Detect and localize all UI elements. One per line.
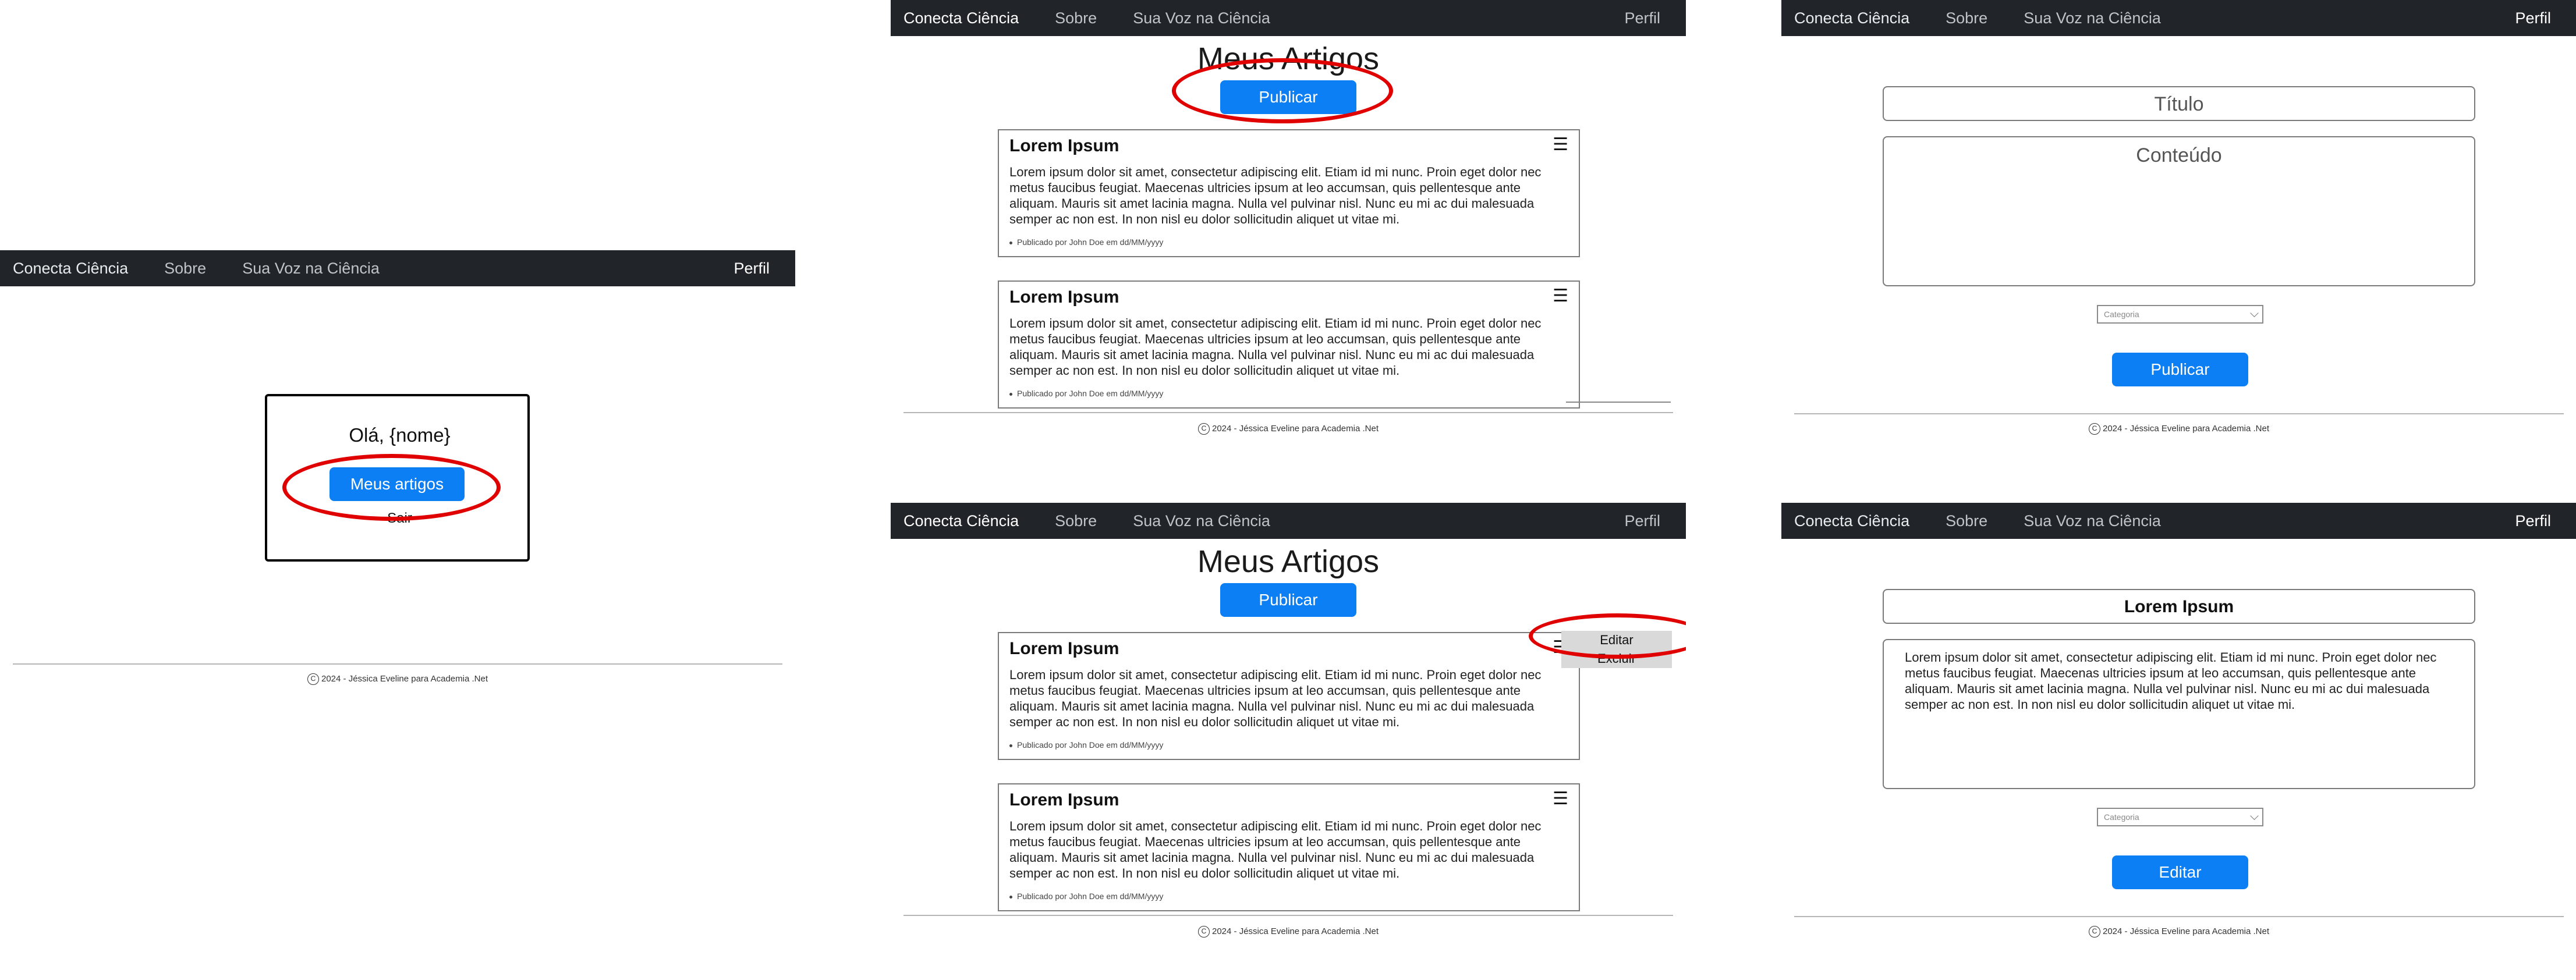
footer-text: 2024 - Jéssica Eveline para Academia .Ne… xyxy=(2103,926,2269,936)
greeting-text: Olá, {nome} xyxy=(349,424,451,446)
navbar: Conecta Ciência Sobre Sua Voz na Ciência… xyxy=(891,503,1686,539)
publish-button[interactable]: Publicar xyxy=(2112,353,2248,386)
footer-text: 2024 - Jéssica Eveline para Academia .Ne… xyxy=(1212,423,1379,434)
nav-link-about[interactable]: Sobre xyxy=(1055,9,1097,27)
nav-brand[interactable]: Conecta Ciência xyxy=(13,260,128,278)
content-placeholder: Conteúdo xyxy=(2136,144,2222,166)
profile-menu-screen: Conecta Ciência Sobre Sua Voz na Ciência… xyxy=(0,250,795,727)
nav-brand[interactable]: Conecta Ciência xyxy=(1794,9,1909,27)
footer: C 2024 - Jéssica Eveline para Academia .N… xyxy=(1781,926,2576,938)
chevron-down-icon: ⌵ xyxy=(2249,307,2259,320)
article-meta-text: Publicado por John Doe em dd/MM/yyyy xyxy=(1017,740,1164,750)
title-placeholder: Título xyxy=(2154,93,2204,115)
nav-link-profile[interactable]: Perfil xyxy=(2515,9,2551,27)
navbar: Conecta Ciência Sobre Sua Voz na Ciência… xyxy=(1781,0,2576,36)
nav-brand[interactable]: Conecta Ciência xyxy=(903,512,1019,530)
title-input[interactable]: Lorem Ipsum xyxy=(1883,589,2475,624)
my-articles-screen: Conecta Ciência Sobre Sua Voz na Ciência… xyxy=(891,0,1686,477)
footer: C 2024 - Jéssica Eveline para Academia .N… xyxy=(0,673,795,685)
nav-brand[interactable]: Conecta Ciência xyxy=(1794,512,1909,530)
article-meta: Publicado por John Doe em dd/MM/yyyy xyxy=(1009,237,1163,247)
article-meta: Publicado por John Doe em dd/MM/yyyy xyxy=(1009,389,1163,398)
copyright-icon: C xyxy=(1198,423,1210,435)
nav-link-profile[interactable]: Perfil xyxy=(2515,512,2551,530)
footer-divider xyxy=(13,663,782,665)
content-value: Lorem ipsum dolor sit amet, consectetur … xyxy=(1905,650,2437,712)
highlight-annotation xyxy=(1172,58,1393,123)
nav-link-about[interactable]: Sobre xyxy=(1055,512,1097,530)
content-textarea[interactable]: Lorem ipsum dolor sit amet, consectetur … xyxy=(1883,639,2475,789)
article-card: Lorem Ipsum ☰ Lorem ipsum dolor sit amet… xyxy=(998,129,1580,257)
article-body: Lorem ipsum dolor sit amet, consectetur … xyxy=(1009,316,1542,378)
publish-button[interactable]: Publicar xyxy=(1220,583,1356,617)
article-card: Lorem Ipsum ☰ Lorem ipsum dolor sit amet… xyxy=(998,783,1580,911)
category-placeholder: Categoria xyxy=(2104,812,2139,822)
divider xyxy=(1566,402,1671,403)
copyright-icon: C xyxy=(1198,926,1210,938)
article-body: Lorem ipsum dolor sit amet, consectetur … xyxy=(1009,819,1542,880)
footer-text: 2024 - Jéssica Eveline para Academia .Ne… xyxy=(321,673,488,684)
category-select[interactable]: Categoria ⌵ xyxy=(2097,808,2263,826)
copyright-icon: C xyxy=(307,673,319,685)
navbar: Conecta Ciência Sobre Sua Voz na Ciência… xyxy=(1781,503,2576,539)
nav-link-profile[interactable]: Perfil xyxy=(1624,512,1660,530)
hamburger-menu-icon[interactable]: ☰ xyxy=(1553,136,1568,154)
article-body: Lorem ipsum dolor sit amet, consectetur … xyxy=(1009,165,1542,226)
nav-link-about[interactable]: Sobre xyxy=(1946,512,1987,530)
article-card: Lorem Ipsum ☰ Lorem ipsum dolor sit amet… xyxy=(998,280,1580,409)
navbar: Conecta Ciência Sobre Sua Voz na Ciência… xyxy=(0,250,795,286)
nav-link-voice[interactable]: Sua Voz na Ciência xyxy=(1133,512,1270,530)
article-card: Lorem Ipsum ☰ Lorem ipsum dolor sit amet… xyxy=(998,632,1580,760)
article-meta: Publicado por John Doe em dd/MM/yyyy xyxy=(1009,740,1163,750)
footer-divider xyxy=(1794,916,2564,917)
article-meta-text: Publicado por John Doe em dd/MM/yyyy xyxy=(1017,892,1164,901)
footer-divider xyxy=(1794,413,2564,414)
my-articles-dropdown-screen: Conecta Ciência Sobre Sua Voz na Ciência… xyxy=(891,503,1686,980)
title-input[interactable]: Título xyxy=(1883,86,2475,121)
article-meta-text: Publicado por John Doe em dd/MM/yyyy xyxy=(1017,389,1164,398)
nav-link-voice[interactable]: Sua Voz na Ciência xyxy=(1133,9,1270,27)
new-article-screen: Conecta Ciência Sobre Sua Voz na Ciência… xyxy=(1781,0,2576,477)
article-title: Lorem Ipsum xyxy=(1009,790,1119,809)
edit-button[interactable]: Editar xyxy=(2112,855,2248,889)
article-title: Lorem Ipsum xyxy=(1009,136,1119,155)
footer: C 2024 - Jéssica Eveline para Academia .N… xyxy=(891,926,1686,938)
footer: C 2024 - Jéssica Eveline para Academia .N… xyxy=(1781,423,2576,435)
footer: C 2024 - Jéssica Eveline para Academia .N… xyxy=(891,423,1686,435)
footer-text: 2024 - Jéssica Eveline para Academia .Ne… xyxy=(2103,423,2269,434)
nav-link-voice[interactable]: Sua Voz na Ciência xyxy=(242,260,380,278)
copyright-icon: C xyxy=(2089,423,2100,435)
copyright-icon: C xyxy=(2089,926,2100,938)
edit-article-screen: Conecta Ciência Sobre Sua Voz na Ciência… xyxy=(1781,503,2576,980)
category-select[interactable]: Categoria ⌵ xyxy=(2097,305,2263,324)
category-placeholder: Categoria xyxy=(2104,310,2139,319)
article-title: Lorem Ipsum xyxy=(1009,639,1119,658)
chevron-down-icon: ⌵ xyxy=(2249,810,2259,823)
navbar: Conecta Ciência Sobre Sua Voz na Ciência… xyxy=(891,0,1686,36)
nav-link-voice[interactable]: Sua Voz na Ciência xyxy=(2024,512,2161,530)
page-title: Meus Artigos xyxy=(1197,544,1380,579)
footer-text: 2024 - Jéssica Eveline para Academia .Ne… xyxy=(1212,926,1379,936)
nav-link-voice[interactable]: Sua Voz na Ciência xyxy=(2024,9,2161,27)
nav-link-about[interactable]: Sobre xyxy=(164,260,206,278)
article-title: Lorem Ipsum xyxy=(1009,287,1119,307)
article-body: Lorem ipsum dolor sit amet, consectetur … xyxy=(1009,667,1542,729)
hamburger-menu-icon[interactable]: ☰ xyxy=(1553,790,1568,808)
footer-divider xyxy=(903,412,1673,413)
article-meta: Publicado por John Doe em dd/MM/yyyy xyxy=(1009,892,1163,901)
article-meta-text: Publicado por John Doe em dd/MM/yyyy xyxy=(1017,237,1164,247)
nav-brand[interactable]: Conecta Ciência xyxy=(903,9,1019,27)
footer-divider xyxy=(903,915,1673,916)
nav-link-profile[interactable]: Perfil xyxy=(734,260,770,278)
content-textarea[interactable]: Conteúdo xyxy=(1883,136,2475,286)
nav-link-profile[interactable]: Perfil xyxy=(1624,9,1660,27)
hamburger-menu-icon[interactable]: ☰ xyxy=(1553,287,1568,305)
nav-link-about[interactable]: Sobre xyxy=(1946,9,1987,27)
highlight-annotation xyxy=(282,454,501,521)
title-value: Lorem Ipsum xyxy=(2124,597,2234,616)
